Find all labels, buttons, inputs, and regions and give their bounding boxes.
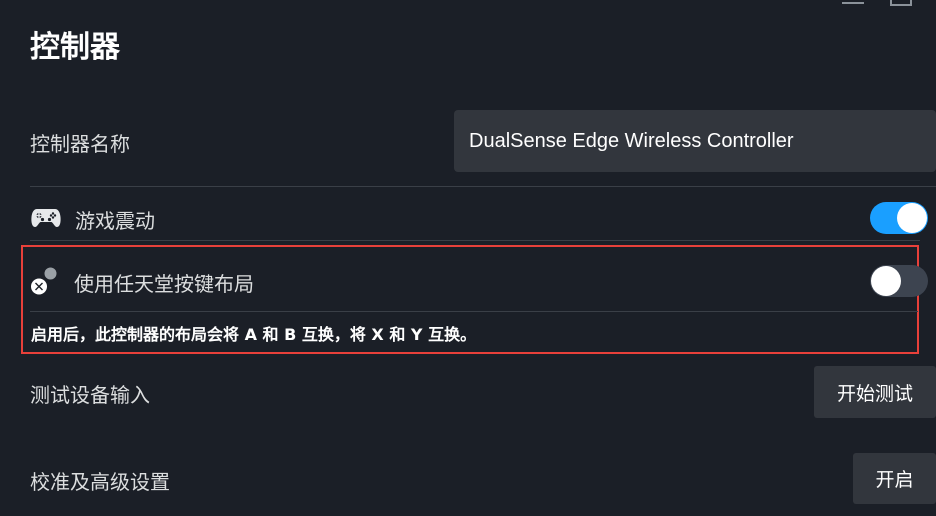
- divider: [30, 186, 936, 187]
- nintendo-layout-label: 使用任天堂按键布局: [74, 272, 254, 296]
- toggle-knob: [897, 203, 927, 233]
- page-title: 控制器: [30, 30, 120, 65]
- toggle-knob: [871, 266, 901, 296]
- calibration-label: 校准及高级设置: [30, 470, 170, 494]
- controller-name-label: 控制器名称: [30, 132, 130, 156]
- rumble-label: 游戏震动: [75, 209, 155, 233]
- test-input-label: 测试设备输入: [30, 383, 150, 407]
- open-calibration-button[interactable]: 开启: [853, 453, 936, 504]
- controller-settings-page: 控制器 控制器名称 游戏震动 使用任天堂按键布局: [0, 0, 936, 516]
- gamepad-icon: [30, 207, 62, 229]
- rumble-toggle[interactable]: [870, 202, 928, 234]
- maximize-icon[interactable]: [890, 0, 912, 6]
- controller-name-input[interactable]: [454, 110, 936, 172]
- face-buttons-icon: [29, 265, 61, 297]
- divider: [30, 311, 918, 312]
- start-test-button[interactable]: 开始测试: [814, 366, 936, 418]
- nintendo-layout-toggle[interactable]: [870, 265, 928, 297]
- minimize-icon[interactable]: [842, 0, 864, 4]
- nintendo-layout-description: 启用后，此控制器的布局会将 A 和 B 互换，将 X 和 Y 互换。: [31, 325, 477, 344]
- divider: [30, 240, 920, 241]
